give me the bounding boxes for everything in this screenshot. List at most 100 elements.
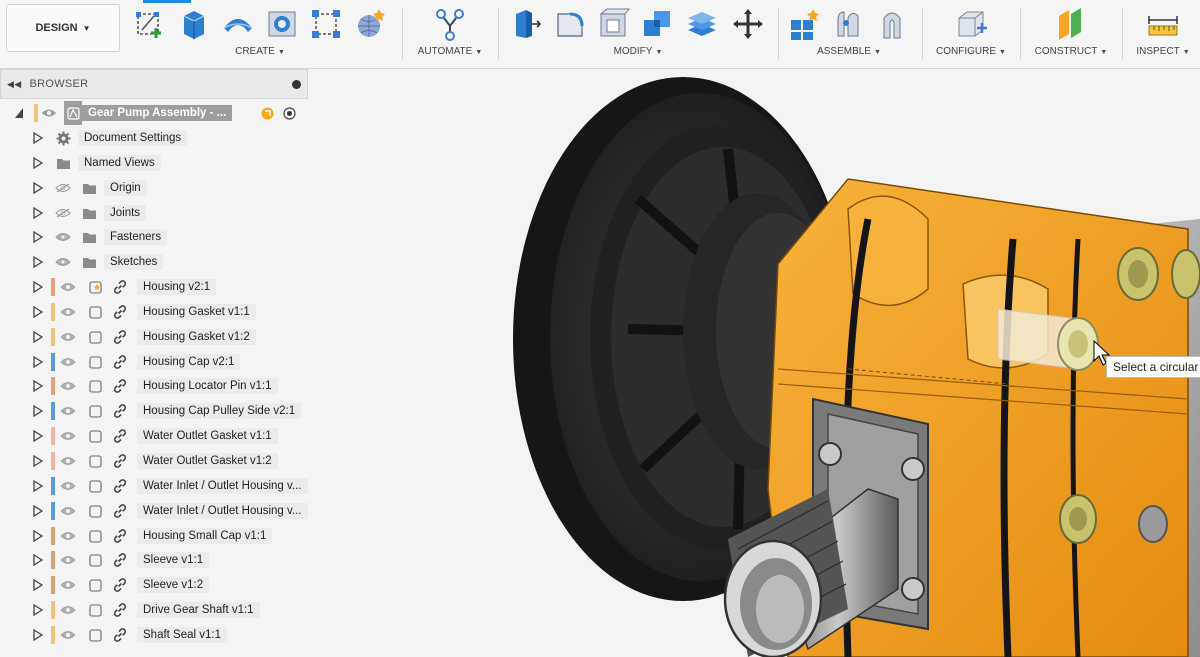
component-label[interactable]: Housing Gasket v1:2 bbox=[137, 329, 256, 345]
link-icon[interactable] bbox=[111, 474, 129, 498]
revolve-icon[interactable] bbox=[220, 6, 256, 42]
link-icon[interactable] bbox=[111, 300, 129, 324]
expand-triangle-icon[interactable] bbox=[31, 250, 45, 274]
extrude-icon[interactable] bbox=[176, 6, 212, 42]
expand-triangle-icon[interactable] bbox=[31, 598, 45, 622]
component-label[interactable]: Housing v2:1 bbox=[137, 279, 217, 295]
link-icon[interactable] bbox=[111, 399, 129, 423]
visibility-eye-icon[interactable] bbox=[59, 424, 77, 448]
press-pull-icon[interactable] bbox=[508, 6, 544, 42]
link-icon[interactable] bbox=[111, 623, 129, 647]
link-icon[interactable] bbox=[111, 573, 129, 597]
visibility-eye-icon[interactable] bbox=[59, 374, 77, 398]
expand-triangle-icon[interactable] bbox=[31, 424, 45, 448]
visibility-eye-icon[interactable] bbox=[59, 325, 77, 349]
3d-viewport[interactable] bbox=[308, 69, 1200, 657]
visibility-eye-icon[interactable] bbox=[59, 623, 77, 647]
visibility-eye-icon[interactable] bbox=[59, 399, 77, 423]
component-label[interactable]: Housing Cap v2:1 bbox=[137, 354, 241, 370]
expand-triangle-icon[interactable] bbox=[31, 275, 45, 299]
component-label[interactable]: Housing Small Cap v1:1 bbox=[137, 528, 273, 544]
component-label[interactable]: Housing Locator Pin v1:1 bbox=[137, 378, 278, 394]
visibility-eye-icon[interactable] bbox=[54, 225, 72, 249]
create-sketch-icon[interactable] bbox=[132, 6, 168, 42]
link-icon[interactable] bbox=[111, 598, 129, 622]
external-reference-icon[interactable] bbox=[258, 101, 276, 125]
folder-label[interactable]: Joints bbox=[104, 205, 147, 221]
visibility-eye-icon[interactable] bbox=[59, 598, 77, 622]
visibility-eye-icon[interactable] bbox=[59, 499, 77, 523]
offset-face-icon[interactable] bbox=[684, 6, 720, 42]
expand-triangle-icon[interactable] bbox=[31, 300, 45, 324]
automate-menu[interactable]: AUTOMATE ▼ bbox=[408, 46, 492, 57]
construct-menu[interactable]: CONSTRUCT ▼ bbox=[1026, 46, 1116, 57]
fillet-icon[interactable] bbox=[552, 6, 588, 42]
inspect-menu[interactable]: INSPECT ▼ bbox=[1128, 46, 1198, 57]
visibility-eye-icon[interactable] bbox=[59, 350, 77, 374]
link-icon[interactable] bbox=[111, 424, 129, 448]
automate-graph-icon[interactable] bbox=[432, 6, 468, 42]
folder-label[interactable]: Named Views bbox=[78, 155, 161, 171]
link-icon[interactable] bbox=[111, 374, 129, 398]
link-icon[interactable] bbox=[111, 548, 129, 572]
configure-icon[interactable] bbox=[953, 6, 989, 42]
activate-component-radio[interactable] bbox=[280, 101, 298, 125]
folder-label[interactable]: Origin bbox=[104, 180, 147, 196]
highlighted-locator-pin[interactable] bbox=[997, 308, 1099, 371]
link-icon[interactable] bbox=[111, 499, 129, 523]
component-label[interactable]: Water Inlet / Outlet Housing v... bbox=[137, 503, 308, 519]
visibility-eye-icon[interactable] bbox=[59, 474, 77, 498]
expand-triangle-icon[interactable] bbox=[31, 201, 45, 225]
move-copy-icon[interactable] bbox=[730, 6, 766, 42]
hidden-eye-icon[interactable] bbox=[54, 176, 72, 200]
as-built-joint-icon[interactable] bbox=[874, 6, 910, 42]
hole-icon[interactable] bbox=[264, 6, 300, 42]
folder-label[interactable]: Document Settings bbox=[78, 130, 188, 146]
link-icon[interactable] bbox=[111, 350, 129, 374]
component-label[interactable]: Water Outlet Gasket v1:1 bbox=[137, 428, 278, 444]
create-menu[interactable]: CREATE ▼ bbox=[128, 46, 392, 57]
expand-triangle-icon[interactable] bbox=[31, 325, 45, 349]
new-component-icon[interactable] bbox=[786, 6, 822, 42]
component-label[interactable]: Sleeve v1:2 bbox=[137, 577, 210, 593]
component-label[interactable]: Water Outlet Gasket v1:2 bbox=[137, 453, 278, 469]
link-icon[interactable] bbox=[111, 524, 129, 548]
shell-icon[interactable] bbox=[596, 6, 632, 42]
component-label[interactable]: Shaft Seal v1:1 bbox=[137, 627, 227, 643]
link-icon[interactable] bbox=[111, 325, 129, 349]
expand-triangle-icon[interactable] bbox=[31, 623, 45, 647]
modify-menu[interactable]: MODIFY ▼ bbox=[504, 46, 772, 57]
expand-triangle-icon[interactable] bbox=[31, 524, 45, 548]
expand-triangle-icon[interactable] bbox=[31, 350, 45, 374]
expand-triangle-icon[interactable] bbox=[31, 225, 45, 249]
expand-triangle-icon[interactable] bbox=[31, 374, 45, 398]
folder-label[interactable]: Fasteners bbox=[104, 229, 168, 245]
visibility-eye-icon[interactable] bbox=[59, 524, 77, 548]
collapse-triangle-icon[interactable] bbox=[12, 101, 26, 125]
assemble-menu[interactable]: ASSEMBLE ▼ bbox=[784, 46, 914, 57]
workspace-switcher-button[interactable]: DESIGN ▼ bbox=[6, 4, 120, 52]
joint-icon[interactable] bbox=[830, 6, 866, 42]
component-label[interactable]: Water Inlet / Outlet Housing v... bbox=[137, 478, 308, 494]
create-form-icon[interactable] bbox=[352, 6, 388, 42]
expand-triangle-icon[interactable] bbox=[31, 126, 45, 150]
expand-triangle-icon[interactable] bbox=[31, 573, 45, 597]
component-label[interactable]: Drive Gear Shaft v1:1 bbox=[137, 602, 260, 618]
expand-triangle-icon[interactable] bbox=[31, 399, 45, 423]
panel-options-icon[interactable] bbox=[292, 79, 301, 89]
component-label[interactable]: Housing Gasket v1:1 bbox=[137, 304, 256, 320]
link-icon[interactable] bbox=[111, 275, 129, 299]
visibility-eye-icon[interactable] bbox=[59, 573, 77, 597]
link-icon[interactable] bbox=[111, 449, 129, 473]
measure-icon[interactable] bbox=[1145, 6, 1181, 42]
configure-menu[interactable]: CONFIGURE ▼ bbox=[928, 46, 1014, 57]
expand-triangle-icon[interactable] bbox=[31, 151, 45, 175]
visibility-eye-icon[interactable] bbox=[59, 449, 77, 473]
expand-triangle-icon[interactable] bbox=[31, 176, 45, 200]
visibility-eye-icon[interactable] bbox=[59, 548, 77, 572]
hidden-eye-icon[interactable] bbox=[54, 201, 72, 225]
combine-icon[interactable] bbox=[640, 6, 676, 42]
expand-triangle-icon[interactable] bbox=[31, 449, 45, 473]
visibility-eye-icon[interactable] bbox=[59, 275, 77, 299]
component-label[interactable]: Housing Cap Pulley Side v2:1 bbox=[137, 403, 302, 419]
